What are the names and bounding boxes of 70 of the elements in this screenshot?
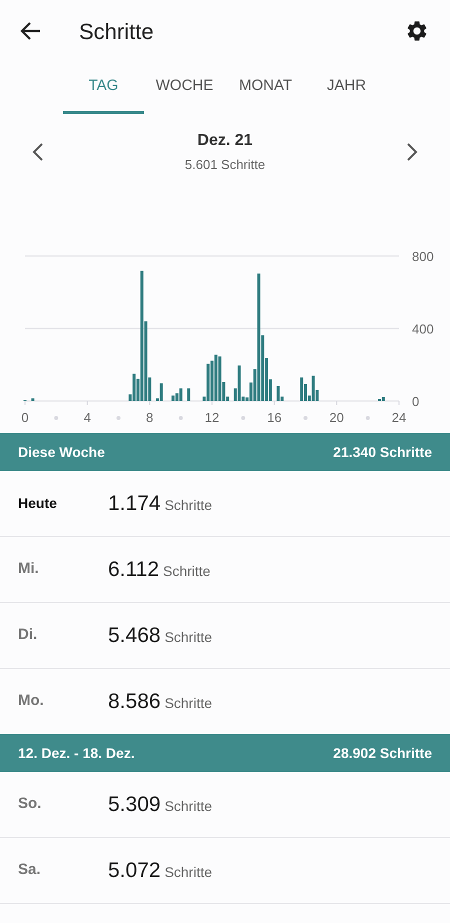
day-label: Heute	[18, 494, 58, 513]
bar	[132, 374, 136, 401]
chevron-left-icon	[32, 142, 44, 162]
axis-label: 8	[146, 410, 154, 425]
day-row[interactable]: So. 5.309 Schritte	[0, 772, 450, 838]
section-title: Diese Woche	[18, 442, 105, 462]
bar	[206, 364, 210, 401]
tick-dot-icon	[54, 416, 58, 420]
step-unit: Schritte	[164, 863, 212, 882]
tab[interactable]: JAHR	[306, 62, 387, 114]
bar	[300, 377, 304, 401]
step-unit: Schritte	[163, 562, 210, 581]
bar	[172, 396, 175, 401]
axis-label: 4	[84, 410, 91, 425]
day-label: Di.	[18, 625, 38, 646]
step-count: 5.309	[108, 792, 161, 818]
step-unit: Schritte	[164, 628, 212, 647]
axis-label: 0	[21, 410, 29, 425]
bar	[214, 354, 218, 401]
step-unit: Schritte	[164, 496, 212, 515]
bar	[382, 397, 385, 401]
tick-dot-icon	[178, 416, 183, 420]
day-row[interactable]: Heute 1.174 Schritte	[0, 471, 450, 537]
bar	[179, 388, 182, 401]
period-title: Dez. 21	[197, 131, 253, 152]
day-label: Mi.	[18, 559, 40, 580]
axis-label: 20	[329, 410, 344, 425]
step-unit: Schritte	[164, 694, 212, 713]
axis-label: 400	[412, 322, 434, 336]
bar	[276, 386, 280, 401]
bar	[187, 388, 190, 401]
tab[interactable]: MONAT	[225, 62, 306, 114]
bar	[31, 398, 34, 401]
day-label: Sa.	[18, 860, 42, 880]
period-total: 5.601 Schritte	[184, 156, 266, 174]
axis-label: 0	[412, 394, 420, 409]
bar	[160, 383, 163, 401]
back-arrow-icon	[20, 21, 42, 41]
axis-label: 12	[204, 410, 220, 425]
settings-icon	[405, 19, 429, 43]
day-row[interactable]: Sa. 5.072 Schritte	[0, 838, 450, 904]
step-count: 5.072	[108, 858, 161, 884]
section-title: 12. Dez. - 18. Dez.	[18, 744, 135, 762]
tick-dot-icon	[366, 416, 370, 420]
step-unit: Schritte	[164, 797, 212, 816]
tab[interactable]: WOCHE	[144, 62, 225, 114]
day-label: So.	[18, 794, 42, 814]
day-row[interactable]: Mi. 6.112 Schritte	[0, 537, 450, 603]
page-title: Schritte	[79, 18, 154, 46]
step-count: 8.586	[108, 688, 161, 715]
bar	[257, 274, 260, 401]
step-count: 1.174	[108, 490, 161, 517]
bar	[312, 376, 315, 401]
day-label: Mo.	[18, 691, 45, 712]
tick-dot-icon	[241, 416, 246, 420]
bar	[140, 270, 144, 401]
bar	[238, 365, 241, 401]
axis-label: 800	[412, 249, 434, 264]
bar	[218, 356, 222, 401]
section-total: 28.902 Schritte	[333, 744, 432, 762]
tick-dot-icon	[116, 416, 120, 420]
tick-dot-icon	[304, 416, 308, 420]
day-row[interactable]: Di. 5.468 Schritte	[0, 603, 450, 669]
step-count: 5.468	[108, 622, 161, 649]
axis-label: 16	[267, 410, 282, 425]
chevron-right-icon	[406, 142, 418, 162]
step-count: 6.112	[108, 556, 159, 583]
section-total: 21.340 Schritte	[333, 442, 432, 462]
axis-label: 24	[392, 410, 406, 425]
tab[interactable]: TAG	[63, 62, 144, 114]
